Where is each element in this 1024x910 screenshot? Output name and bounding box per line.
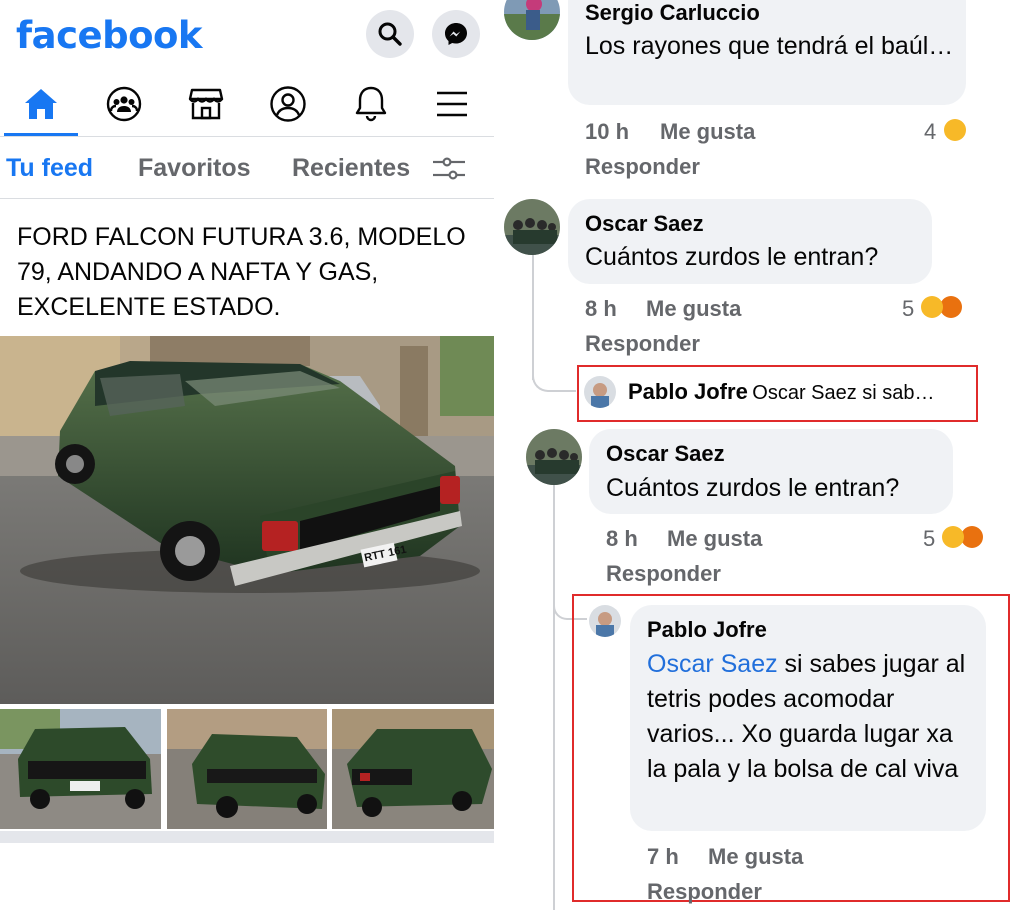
reply-button[interactable]: Responder <box>647 879 762 905</box>
like-button[interactable]: Me gusta <box>708 844 803 870</box>
reply-author[interactable]: Pablo Jofre <box>628 379 748 404</box>
post-thumbnail[interactable] <box>167 709 327 829</box>
comments-panel: Sergio Carluccio Los rayones que tendrá … <box>494 0 1024 910</box>
thread-line <box>553 484 555 910</box>
nav-marketplace[interactable] <box>178 76 234 132</box>
comment-author[interactable]: Oscar Saez <box>585 211 704 237</box>
profile-icon <box>270 86 306 122</box>
nav-menu[interactable] <box>424 76 480 132</box>
comment-text: Cuántos zurdos le entran? <box>606 474 900 502</box>
laugh-reaction-icon <box>942 526 964 548</box>
sliders-icon <box>433 157 465 180</box>
reply-preview: Oscar Saez si sab… <box>752 382 935 404</box>
messenger-icon <box>445 23 467 45</box>
thread-connector <box>532 356 576 392</box>
avatar[interactable] <box>526 429 582 485</box>
nav-notifications[interactable] <box>343 76 399 132</box>
avatar[interactable] <box>504 199 560 255</box>
laugh-reaction-icon <box>944 119 966 141</box>
post-text: FORD FALCON FUTURA 3.6, MODELO 79, ANDAN… <box>17 223 466 321</box>
nav-groups[interactable] <box>96 76 152 132</box>
divider <box>0 198 494 199</box>
facebook-logo[interactable]: facebook <box>16 14 203 57</box>
comment-text: Cuántos zurdos le entran? <box>585 243 879 271</box>
like-button[interactable]: Me gusta <box>660 119 755 145</box>
tab-favoritos[interactable]: Favoritos <box>138 154 251 183</box>
messenger-button[interactable] <box>432 10 480 58</box>
reaction-count[interactable]: 5 <box>923 526 935 552</box>
avatar[interactable] <box>589 605 621 637</box>
nav-home[interactable] <box>13 76 69 132</box>
post-thumbnail[interactable] <box>332 709 494 829</box>
tab-tu-feed[interactable]: Tu feed <box>6 154 93 183</box>
home-icon <box>25 89 57 119</box>
search-icon <box>378 22 402 46</box>
reaction-count[interactable]: 5 <box>902 296 914 322</box>
reply-button[interactable]: Responder <box>606 561 721 587</box>
comment-time: 10 h <box>585 119 630 144</box>
post-thumbnail[interactable] <box>0 709 161 829</box>
feed-filter-button[interactable] <box>432 156 466 187</box>
tab-recientes[interactable]: Recientes <box>292 154 410 183</box>
laugh-reaction-icon <box>921 296 943 318</box>
reply-button[interactable]: Responder <box>585 331 700 357</box>
comment-time: 8 h <box>585 296 617 321</box>
like-button[interactable]: Me gusta <box>646 296 741 322</box>
avatar[interactable] <box>584 376 616 408</box>
mention-link[interactable]: Oscar Saez <box>647 650 778 678</box>
search-button[interactable] <box>366 10 414 58</box>
divider <box>0 136 494 137</box>
comment-time: 7 h <box>647 844 679 869</box>
menu-icon <box>437 91 467 117</box>
avatar[interactable] <box>504 0 560 40</box>
reply-button[interactable]: Responder <box>585 154 700 180</box>
post-separator <box>0 831 494 843</box>
marketplace-icon <box>188 88 224 120</box>
comment-text: Los rayones que tendrá el baúl… <box>585 32 954 60</box>
notifications-icon <box>355 86 387 122</box>
comment-author[interactable]: Oscar Saez <box>606 441 725 467</box>
comment-time: 8 h <box>606 526 638 551</box>
nav-profile[interactable] <box>260 76 316 132</box>
groups-icon <box>106 86 142 122</box>
angry-reaction-icon <box>961 526 983 548</box>
like-button[interactable]: Me gusta <box>667 526 762 552</box>
comment-author[interactable]: Sergio Carluccio <box>585 0 760 26</box>
comment-text: Oscar Saez si sabes jugar al tetris pode… <box>647 647 977 787</box>
comment-author[interactable]: Pablo Jofre <box>647 617 767 643</box>
reaction-count[interactable]: 4 <box>924 119 936 145</box>
post-main-photo[interactable]: RTT 161 <box>0 336 494 704</box>
angry-reaction-icon <box>940 296 962 318</box>
collapsed-reply[interactable]: Pablo Jofre Oscar Saez si sab… <box>628 379 968 405</box>
feed-panel: facebook Tu feed Favoritos Recientes FOR… <box>0 0 494 910</box>
